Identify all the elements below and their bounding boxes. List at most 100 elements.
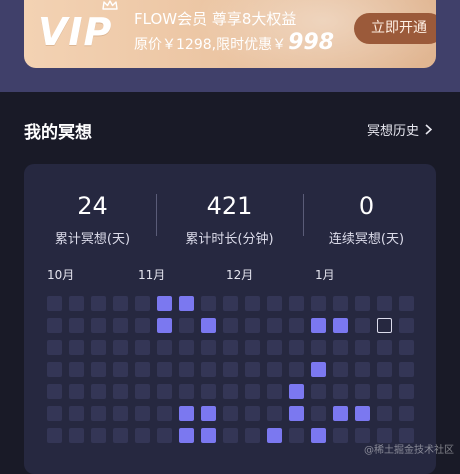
- heatmap-cell: [267, 318, 282, 333]
- heatmap-cell: [355, 362, 370, 377]
- heatmap-cell: [333, 428, 348, 443]
- open-vip-button[interactable]: 立即开通: [354, 13, 436, 44]
- heatmap-cell: [135, 428, 150, 443]
- heatmap-cell: [201, 296, 216, 311]
- heatmap-cell: [399, 296, 414, 311]
- heatmap-cell: [113, 296, 128, 311]
- heatmap-cell: [47, 384, 62, 399]
- heatmap-cell-active: [289, 406, 304, 421]
- heatmap-cell: [113, 318, 128, 333]
- heatmap-cell: [47, 296, 62, 311]
- heatmap-cell-today: [377, 318, 392, 333]
- heatmap-cell: [333, 296, 348, 311]
- heatmap-cell: [179, 340, 194, 355]
- heatmap-cell: [47, 318, 62, 333]
- heatmap-cell-active: [201, 428, 216, 443]
- heatmap-cell: [311, 384, 326, 399]
- heatmap-cell-active: [311, 318, 326, 333]
- sale-price: 998: [288, 30, 335, 55]
- heatmap-cell: [157, 362, 172, 377]
- heatmap-cell: [47, 340, 62, 355]
- heatmap-cell: [201, 340, 216, 355]
- heatmap-cell: [355, 318, 370, 333]
- heatmap-cell-active: [179, 428, 194, 443]
- heatmap-cell: [399, 318, 414, 333]
- heatmap-cell-active: [201, 406, 216, 421]
- heatmap-cell: [157, 340, 172, 355]
- crown-icon: [102, 0, 118, 10]
- stat-total-minutes: 421 累计时长(分钟): [161, 192, 298, 247]
- heatmap-cell: [311, 340, 326, 355]
- heatmap-cell: [135, 406, 150, 421]
- heatmap-cell-active: [311, 428, 326, 443]
- heatmap-cell: [69, 384, 84, 399]
- heatmap-cell: [333, 362, 348, 377]
- heatmap-cell: [399, 384, 414, 399]
- heatmap-cell: [223, 384, 238, 399]
- heatmap-cell: [113, 428, 128, 443]
- heatmap-cell: [267, 296, 282, 311]
- heatmap-cell: [399, 362, 414, 377]
- heatmap-cell: [377, 362, 392, 377]
- heatmap-cell: [245, 384, 260, 399]
- heatmap-cell: [135, 362, 150, 377]
- heatmap-cell: [223, 318, 238, 333]
- stat-total-days: 24 累计冥想(天): [24, 192, 161, 247]
- heatmap-cell: [399, 406, 414, 421]
- heatmap-cell: [69, 318, 84, 333]
- heatmap-cell: [267, 362, 282, 377]
- heatmap-cell: [179, 318, 194, 333]
- heatmap-cell: [91, 296, 106, 311]
- heatmap-cell: [179, 362, 194, 377]
- heatmap-cell: [355, 384, 370, 399]
- stat-value: 421: [206, 192, 253, 220]
- heatmap-cell-active: [179, 406, 194, 421]
- heatmap-cell: [245, 362, 260, 377]
- heatmap-cell: [377, 340, 392, 355]
- stat-label: 累计时长(分钟): [185, 232, 274, 247]
- meditation-history-link[interactable]: 冥想历史: [367, 120, 432, 139]
- heatmap-cell: [377, 406, 392, 421]
- heatmap-cell: [245, 318, 260, 333]
- month-label: 10月: [47, 268, 75, 282]
- heatmap-cell-active: [157, 318, 172, 333]
- original-price: 原价￥1298,限时优惠￥: [134, 37, 287, 53]
- heatmap-cell: [377, 296, 392, 311]
- heatmap-cell-active: [311, 362, 326, 377]
- heatmap-cell: [245, 340, 260, 355]
- heatmap-cell: [135, 340, 150, 355]
- vip-price-row: 原价￥1298,限时优惠￥998: [134, 30, 334, 55]
- heatmap-cell: [267, 406, 282, 421]
- stat-divider: [156, 194, 157, 236]
- heatmap-cell: [157, 384, 172, 399]
- stat-value: 24: [77, 192, 108, 220]
- month-label: 12月: [226, 268, 254, 282]
- heatmap-cell: [311, 406, 326, 421]
- month-label: 11月: [138, 268, 166, 282]
- heatmap-cell-active: [333, 406, 348, 421]
- heatmap-cell: [289, 296, 304, 311]
- vip-banner[interactable]: VIP FLOW会员 尊享8大权益 原价￥1298,限时优惠￥998 立即开通: [24, 0, 436, 68]
- heatmap-cell: [245, 406, 260, 421]
- heatmap-cell: [135, 296, 150, 311]
- heatmap-cell-active: [289, 384, 304, 399]
- heatmap-cell: [91, 384, 106, 399]
- stat-label: 连续冥想(天): [328, 232, 405, 247]
- heatmap-cell: [69, 340, 84, 355]
- heatmap-cell: [289, 362, 304, 377]
- heatmap-cell: [113, 362, 128, 377]
- heatmap-cell: [223, 340, 238, 355]
- heatmap-cell: [113, 340, 128, 355]
- heatmap-cell: [91, 362, 106, 377]
- heatmap-cell: [333, 340, 348, 355]
- heatmap-cell: [47, 362, 62, 377]
- stat-value: 0: [358, 192, 375, 220]
- heatmap-cell: [157, 406, 172, 421]
- heatmap-cell: [135, 318, 150, 333]
- watermark: @稀土掘金技术社区: [364, 445, 454, 456]
- heatmap-cell: [179, 384, 194, 399]
- heatmap-cell: [377, 384, 392, 399]
- heatmap-cell: [333, 384, 348, 399]
- heatmap-cell-active: [355, 406, 370, 421]
- heatmap-cell: [267, 384, 282, 399]
